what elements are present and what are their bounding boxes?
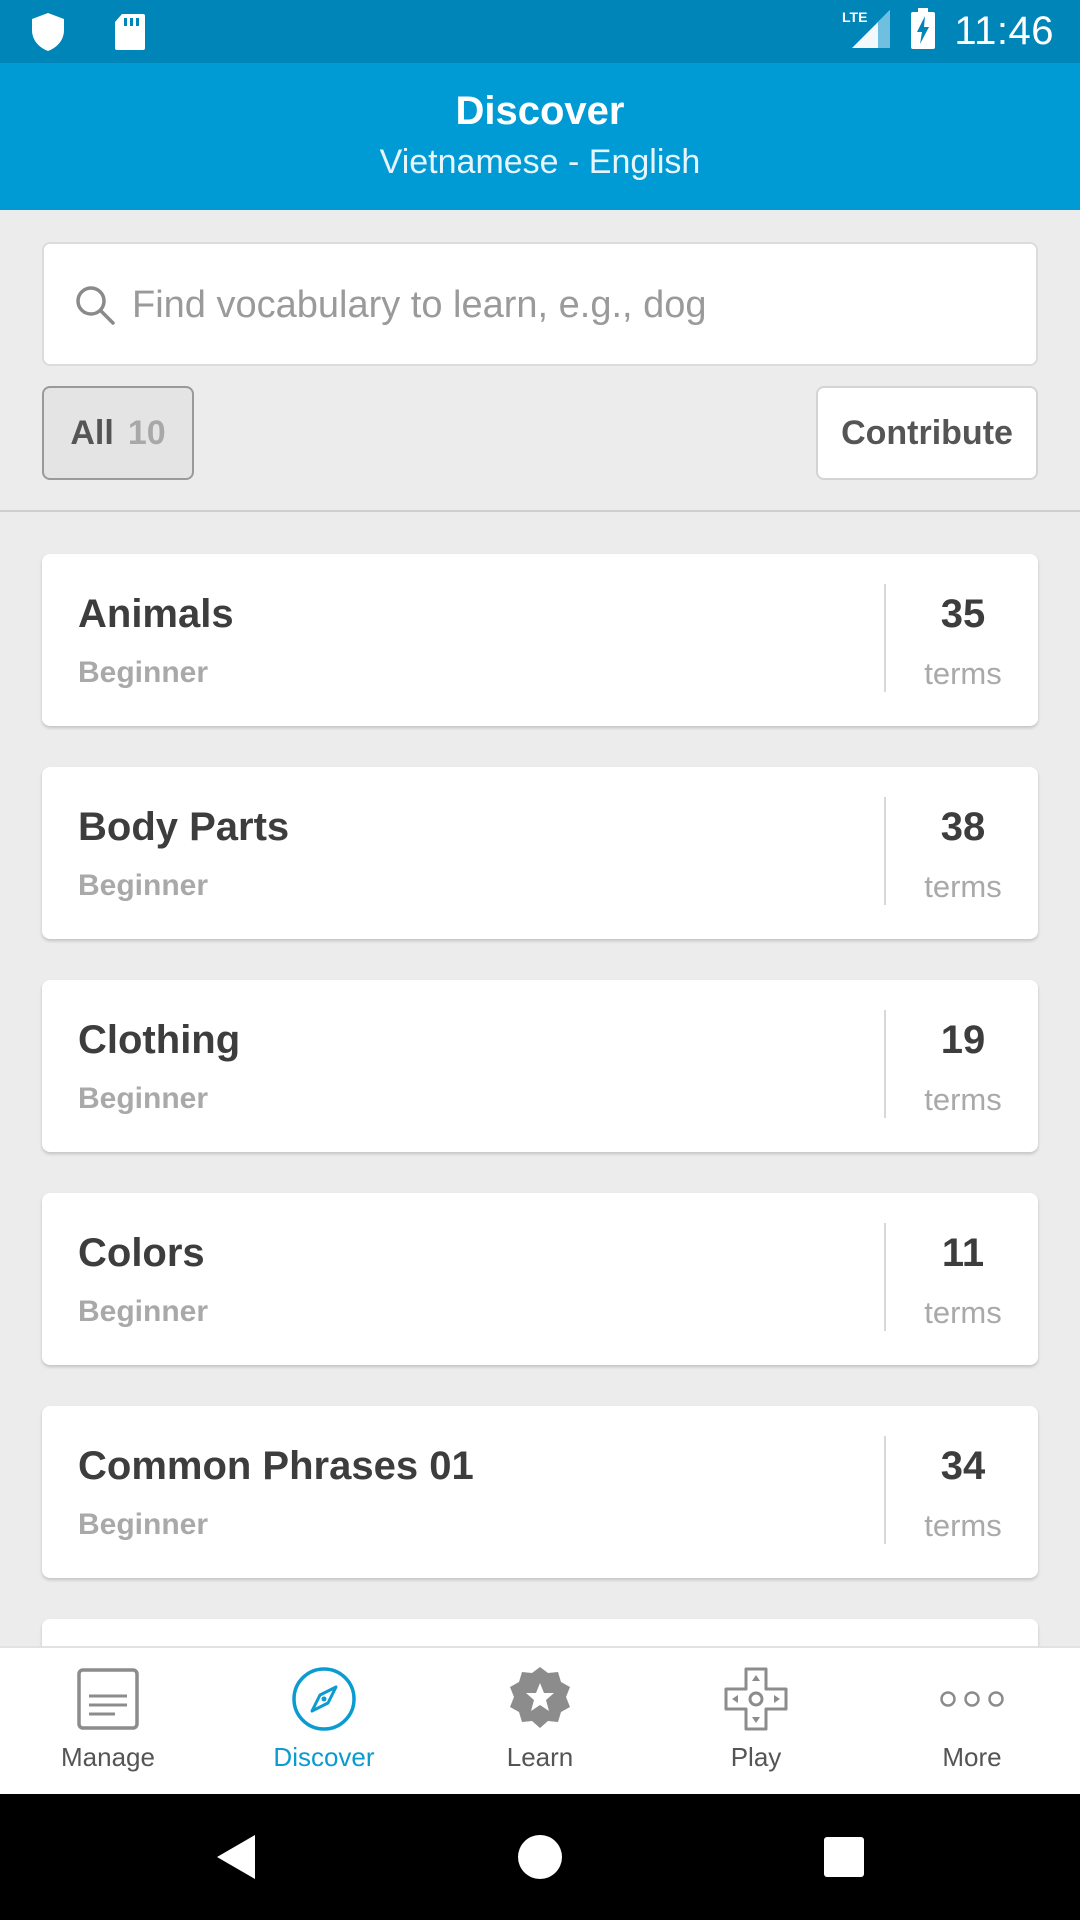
search-box[interactable]: [42, 242, 1038, 366]
app-header: Discover Vietnamese - English: [0, 63, 1080, 210]
system-nav-bar: [0, 1794, 1080, 1920]
deck-title: Body Parts: [78, 805, 290, 849]
card-divider: [884, 1436, 886, 1544]
deck-card-clothing[interactable]: Clothing Beginner 19 terms: [42, 980, 1038, 1152]
compass-icon: [289, 1664, 359, 1734]
card-divider: [884, 1010, 886, 1118]
divider: [0, 510, 1080, 512]
page-title: Discover: [455, 89, 625, 133]
nav-label: Learn: [506, 1742, 574, 1772]
deck-level: Beginner: [78, 869, 209, 902]
card-divider: [884, 797, 886, 905]
manage-icon: [73, 1664, 143, 1734]
term-unit: terms: [924, 656, 1002, 691]
back-icon[interactable]: [176, 1794, 296, 1920]
search-input[interactable]: [132, 264, 1012, 346]
term-unit: terms: [924, 869, 1002, 904]
deck-title: Common Phrases 01: [78, 1444, 474, 1488]
lte-signal-icon: LTE: [840, 8, 892, 55]
sd-card-icon: [114, 13, 146, 56]
term-unit: terms: [924, 1295, 1002, 1330]
deck-level: Beginner: [78, 1082, 209, 1115]
term-count: 34: [940, 1444, 986, 1488]
nav-label: Manage: [61, 1742, 155, 1772]
nav-label: More: [942, 1742, 1002, 1772]
nav-play[interactable]: Play: [648, 1648, 864, 1796]
nav-manage[interactable]: Manage: [0, 1648, 216, 1796]
language-pair: Vietnamese - English: [379, 143, 701, 181]
nav-label: Play: [730, 1742, 782, 1772]
filter-count: 10: [127, 413, 166, 452]
nav-label: Discover: [273, 1742, 375, 1772]
status-time: 11:46: [954, 9, 1054, 53]
deck-title: Clothing: [78, 1018, 241, 1062]
nav-discover[interactable]: Discover: [216, 1648, 432, 1796]
deck-level: Beginner: [78, 1295, 209, 1328]
shield-icon: [30, 12, 66, 57]
term-unit: terms: [924, 1508, 1002, 1543]
home-icon[interactable]: [480, 1794, 600, 1920]
search-icon: [74, 284, 116, 331]
deck-card-colors[interactable]: Colors Beginner 11 terms: [42, 1193, 1038, 1365]
contribute-button[interactable]: Contribute: [816, 386, 1038, 480]
deck-card-common-phrases-01[interactable]: Common Phrases 01 Beginner 34 terms: [42, 1406, 1038, 1578]
card-divider: [884, 584, 886, 692]
term-count: 19: [940, 1018, 986, 1062]
recents-icon[interactable]: [784, 1794, 904, 1920]
deck-title: Animals: [78, 592, 234, 636]
filter-all-button[interactable]: All 10: [42, 386, 194, 480]
deck-level: Beginner: [78, 1508, 209, 1541]
deck-card-body-parts[interactable]: Body Parts Beginner 38 terms: [42, 767, 1038, 939]
term-count: 11: [941, 1231, 985, 1275]
deck-card-animals[interactable]: Animals Beginner 35 terms: [42, 554, 1038, 726]
more-dots-icon: [937, 1664, 1007, 1734]
deck-title: Colors: [78, 1231, 205, 1275]
svg-text:LTE: LTE: [842, 9, 867, 25]
bottom-nav: Manage Discover Learn Play More: [0, 1646, 1080, 1794]
nav-learn[interactable]: Learn: [432, 1648, 648, 1796]
gamepad-icon: [721, 1664, 791, 1734]
term-count: 38: [940, 805, 986, 849]
deck-level: Beginner: [78, 656, 209, 689]
nav-more[interactable]: More: [864, 1648, 1080, 1796]
term-count: 35: [940, 592, 986, 636]
status-bar: LTE 11:46: [0, 0, 1080, 63]
term-unit: terms: [924, 1082, 1002, 1117]
battery-charging-icon: [910, 8, 936, 55]
card-divider: [884, 1223, 886, 1331]
star-badge-icon: [505, 1664, 575, 1734]
filter-label: All: [70, 413, 114, 452]
